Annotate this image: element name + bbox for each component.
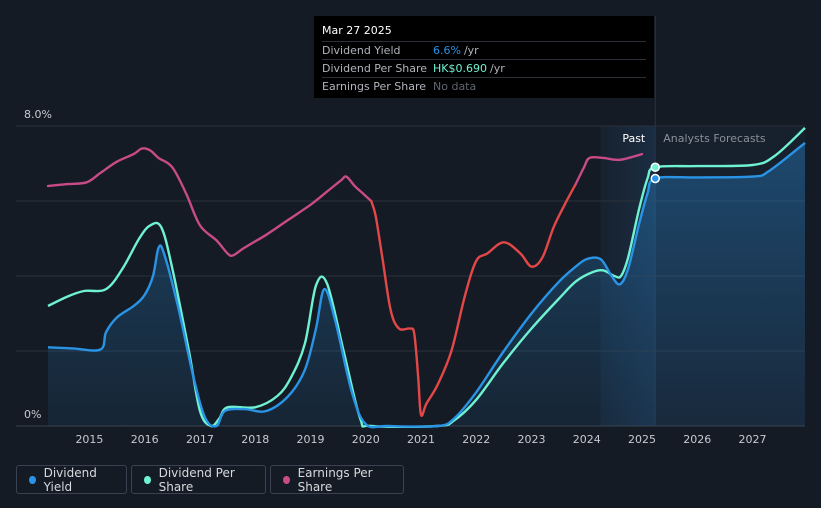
- legend-label: Earnings Per Share: [297, 465, 373, 494]
- x-tick-label: 2019: [296, 433, 324, 446]
- y-tick-label: 0%: [24, 408, 41, 421]
- dividend-yield-marker: [650, 173, 661, 184]
- x-tick-label: 2020: [352, 433, 380, 446]
- legend-label: Dividend Per Share: [158, 465, 235, 494]
- x-tick-label: 2025: [628, 433, 656, 446]
- tooltip-row-dividend-per-share: Dividend Per Share HK$0.690 /yr: [322, 59, 646, 77]
- dividend-yield-dot-icon: [29, 475, 36, 484]
- x-tick-label: 2027: [739, 433, 767, 446]
- x-tick-label: 2023: [517, 433, 545, 446]
- x-tick-label: 2015: [75, 433, 103, 446]
- x-tick-label: 2026: [683, 433, 711, 446]
- tooltip-value: No data: [433, 80, 477, 93]
- tooltip-row-dividend-yield: Dividend Yield 6.6% /yr: [322, 41, 646, 59]
- tooltip-row-earnings-per-share: Earnings Per Share No data: [322, 77, 646, 95]
- tooltip-label: Dividend Yield: [322, 44, 401, 57]
- legend-dividend-per-share[interactable]: Dividend Per Share: [131, 465, 266, 494]
- legend-dividend-yield[interactable]: Dividend Yield: [16, 465, 127, 494]
- x-axis-labels: 2015 2016 2017 2018 2019 2020 2021 2022 2023 2024…: [75, 433, 766, 446]
- tooltip-value: HK$0.690: [433, 62, 487, 75]
- tooltip-label: Earnings Per Share: [322, 80, 427, 93]
- analysts-forecasts-label: Analysts Forecasts: [663, 132, 766, 145]
- dividend-per-share-dot-icon: [144, 475, 151, 484]
- legend-label: Dividend Yield: [43, 465, 97, 494]
- x-tick-label: 2016: [131, 433, 159, 446]
- dividend-yield-area: [48, 142, 805, 428]
- tooltip-value: 6.6%: [433, 44, 461, 57]
- eps-line-segment: [46, 147, 373, 258]
- tooltip-date: Mar 27 2025: [322, 24, 392, 37]
- tooltip-unit: /yr: [463, 44, 479, 57]
- hover-tooltip: Mar 27 2025 Dividend Yield 6.6% /yr Divi…: [314, 16, 654, 98]
- legend-earnings-per-share[interactable]: Earnings Per Share: [270, 465, 404, 494]
- x-tick-label: 2018: [241, 433, 269, 446]
- dividend-per-share-marker: [650, 162, 661, 172]
- past-label: Past: [622, 132, 646, 145]
- x-tick-label: 2017: [186, 433, 214, 446]
- tooltip-unit: /yr: [489, 62, 505, 75]
- x-tick-label: 2021: [407, 433, 435, 446]
- y-tick-label: 8.0%: [24, 108, 52, 121]
- tooltip-label: Dividend Per Share: [322, 62, 428, 75]
- x-tick-label: 2024: [573, 433, 601, 446]
- x-tick-label: 2022: [462, 433, 490, 446]
- y-axis-labels: 0% 8.0%: [24, 108, 52, 421]
- earnings-per-share-dot-icon: [283, 475, 290, 484]
